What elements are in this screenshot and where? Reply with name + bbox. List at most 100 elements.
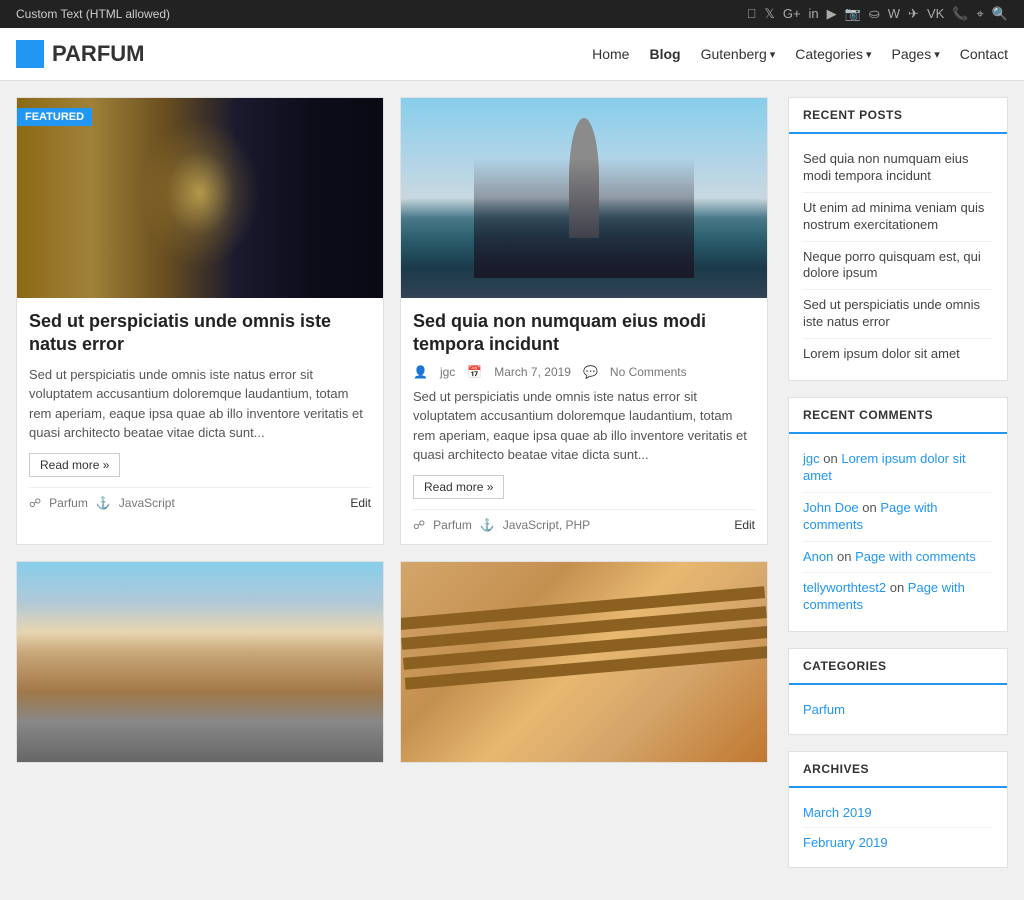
rss-icon[interactable]: ⌖ [976,6,983,22]
read-more-2[interactable]: Read more » [413,475,504,499]
oldtown-image [17,562,383,762]
post-image-3 [17,562,383,762]
post-body-2: Sed quia non numquam eius modi tempora i… [401,298,767,544]
comment-icon: 💬 [583,365,598,379]
archives-title: ARCHIVES [789,752,1007,788]
abacus-image [401,562,767,762]
archive-february-2019[interactable]: February 2019 [803,828,993,857]
youtube-icon[interactable]: ▶ [827,6,837,22]
linkedin-icon[interactable]: in [809,6,819,22]
wordpress-icon[interactable]: W [888,6,900,22]
post-tags-label-2[interactable]: JavaScript, PHP [503,518,590,532]
recent-post-0[interactable]: Sed quia non numquam eius modi tempora i… [803,144,993,193]
logo[interactable]: PARFUM [16,40,144,68]
categories-title: CATEGORIES [789,649,1007,685]
main-nav: Home Blog Gutenberg Categories Pages Con… [592,46,1008,62]
topbar-custom-text: Custom Text (HTML allowed) [16,7,170,21]
pinterest-icon[interactable]: ⛀ [869,6,880,22]
archives-items: March 2019 February 2019 [789,788,1007,867]
post-card-4 [400,561,768,763]
nav-blog[interactable]: Blog [649,46,680,62]
twitter-icon[interactable]: 𝕏 [764,6,774,22]
post-tags-1: ☍ Parfum ⚓ JavaScript [29,496,175,510]
recent-posts-title: RECENT POSTS [789,98,1007,134]
post-title-1[interactable]: Sed ut perspiciatis unde omnis iste natu… [29,310,371,357]
whatsapp-icon[interactable]: 📞 [952,6,968,22]
recent-comments-title: RECENT COMMENTS [789,398,1007,434]
archive-march-2019[interactable]: March 2019 [803,798,993,828]
topbar-social-icons:  𝕏 G+ in ▶ 📷 ⛀ W ✈ VK 📞 ⌖ 🔍 [747,6,1008,22]
category-icon: ☍ [29,496,41,510]
comment-on-3: on [890,580,908,595]
featured-badge: Featured [17,108,92,126]
post-card-2: Sed quia non numquam eius modi tempora i… [400,97,768,545]
edit-link-1[interactable]: Edit [350,496,371,510]
post-image-4 [401,562,767,762]
post-tags-2: ☍ Parfum ⚓ JavaScript, PHP [413,518,590,532]
post-footer-2: ☍ Parfum ⚓ JavaScript, PHP Edit [413,509,755,532]
read-more-1[interactable]: Read more » [29,453,120,477]
logo-box [16,40,44,68]
instagram-icon[interactable]: 📷 [845,6,861,22]
nav-home[interactable]: Home [592,46,629,62]
post-image-2 [401,98,767,298]
comment-user-1[interactable]: John Doe [803,500,859,515]
post-meta-2: 👤 jgc 📅 March 7, 2019 💬 No Comments [413,365,755,379]
recent-comments-items: jgc on Lorem ipsum dolor sit amet John D… [789,434,1007,631]
recent-comment-2: Anon on Page with comments [803,542,993,574]
comment-on-1: on [862,500,880,515]
recent-posts-items: Sed quia non numquam eius modi tempora i… [789,134,1007,380]
telegram-icon[interactable]: ✈ [908,6,919,22]
tag-icon-2: ⚓ [480,518,495,532]
comment-on-0: on [823,451,837,466]
recent-comments-section: RECENT COMMENTS jgc on Lorem ipsum dolor… [788,397,1008,632]
post-comments-2: No Comments [610,365,687,379]
comment-user-0[interactable]: jgc [803,451,820,466]
post-card-3 [16,561,384,763]
comment-user-3[interactable]: tellyworthtest2 [803,580,886,595]
post-excerpt-2: Sed ut perspiciatis unde omnis iste natu… [413,387,755,465]
post-category-1[interactable]: Parfum [49,496,88,510]
post-category-2[interactable]: Parfum [433,518,472,532]
tunnel-image [17,98,383,298]
googleplus-icon[interactable]: G+ [783,6,801,22]
post-date-2: March 7, 2019 [494,365,571,379]
posts-area: Featured Sed ut perspiciatis unde omnis … [16,97,768,884]
city-image [401,98,767,298]
main-wrapper: Featured Sed ut perspiciatis unde omnis … [0,81,1024,900]
recent-comment-0: jgc on Lorem ipsum dolor sit amet [803,444,993,493]
nav-contact[interactable]: Contact [960,46,1008,62]
archives-section: ARCHIVES March 2019 February 2019 [788,751,1008,868]
post-image-1: Featured [17,98,383,298]
nav-categories[interactable]: Categories [795,46,871,62]
categories-items: Parfum [789,685,1007,734]
post-author-2: jgc [440,365,455,379]
post-tags-label-1[interactable]: JavaScript [119,496,175,510]
recent-post-2[interactable]: Neque porro quisquam est, qui dolore ips… [803,242,993,291]
recent-post-4[interactable]: Lorem ipsum dolor sit amet [803,339,993,370]
recent-post-3[interactable]: Sed ut perspiciatis unde omnis iste natu… [803,290,993,339]
vk-icon[interactable]: VK [927,6,944,22]
recent-comment-3: tellyworthtest2 on Page with comments [803,573,993,621]
edit-link-2[interactable]: Edit [734,518,755,532]
category-parfum[interactable]: Parfum [803,695,993,724]
content-area: Featured Sed ut perspiciatis unde omnis … [0,81,1024,900]
post-title-2[interactable]: Sed quia non numquam eius modi tempora i… [413,310,755,357]
logo-text: PARFUM [52,41,144,67]
post-footer-1: ☍ Parfum ⚓ JavaScript Edit [29,487,371,510]
date-icon: 📅 [467,365,482,379]
post-card-1: Featured Sed ut perspiciatis unde omnis … [16,97,384,545]
post-excerpt-1: Sed ut perspiciatis unde omnis iste natu… [29,365,371,443]
nav-pages[interactable]: Pages [892,46,940,62]
post-body-1: Sed ut perspiciatis unde omnis iste natu… [17,298,383,522]
nav-gutenberg[interactable]: Gutenberg [701,46,776,62]
search-icon[interactable]: 🔍 [992,6,1008,22]
recent-comment-1: John Doe on Page with comments [803,493,993,542]
facebook-icon[interactable]:  [747,6,757,22]
sidebar: RECENT POSTS Sed quia non numquam eius m… [788,97,1008,884]
comment-user-2[interactable]: Anon [803,549,833,564]
comment-link-2[interactable]: Page with comments [855,549,976,564]
posts-grid: Featured Sed ut perspiciatis unde omnis … [16,97,768,763]
topbar: Custom Text (HTML allowed)  𝕏 G+ in ▶ 📷… [0,0,1024,28]
recent-post-1[interactable]: Ut enim ad minima veniam quis nostrum ex… [803,193,993,242]
